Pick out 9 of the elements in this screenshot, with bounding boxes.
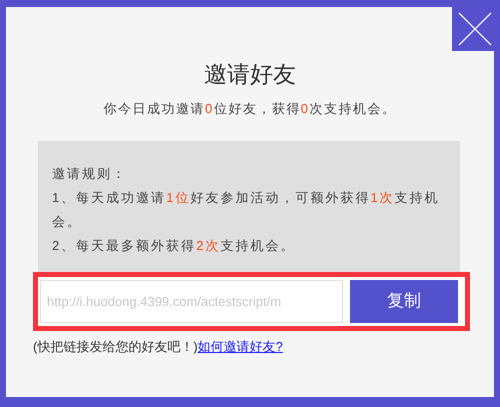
invite-summary: 你今日成功邀请0位好友，获得0次支持机会。: [104, 100, 396, 118]
hint-text: (快把链接发给您的好友吧！): [33, 338, 198, 356]
help-link[interactable]: 如何邀请好友?: [198, 336, 283, 356]
rule-text: 2、每天最多额外获得 2次 支持机会。: [52, 236, 296, 254]
dialog-title: 邀请好友: [204, 60, 296, 89]
rule-text: 1、每天成功邀请 1位好友参加活动，可额外获得 1次 支持机会。: [52, 188, 441, 230]
copy-button[interactable]: 复制: [350, 280, 458, 322]
close-icon: [457, 11, 493, 47]
rules-heading: 邀请规则：: [52, 164, 128, 182]
